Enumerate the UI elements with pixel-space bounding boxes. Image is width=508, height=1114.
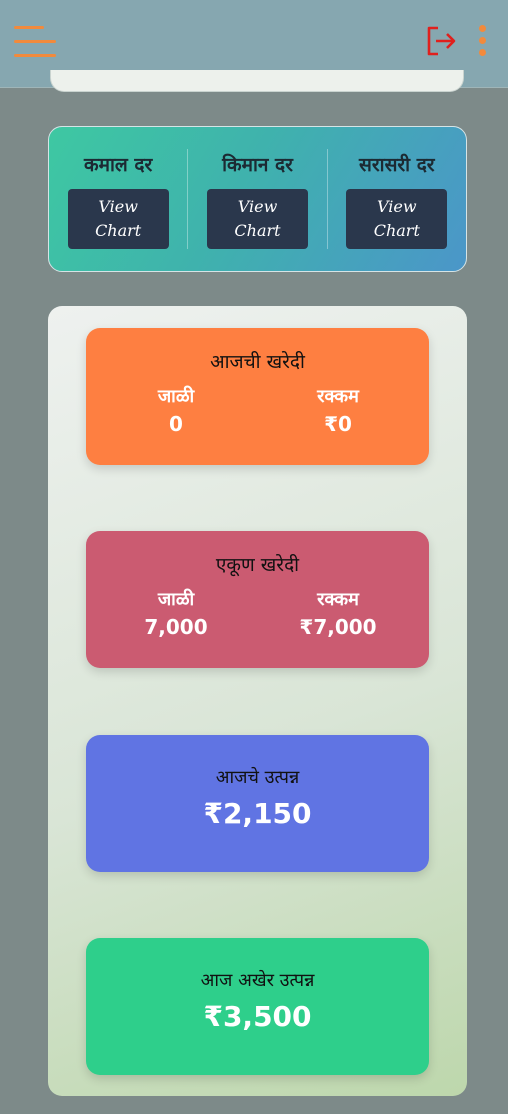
total-purchase-crates: जाळी 7,000	[116, 531, 236, 639]
avg-rate-column: सरासरी दर View Chart	[326, 149, 466, 249]
max-rate-view-chart-button[interactable]: View Chart	[67, 189, 169, 249]
amount-label: रक्कम	[317, 386, 359, 407]
more-vert-icon[interactable]	[476, 24, 490, 58]
crates-value: 7,000	[144, 615, 208, 639]
total-income-card: आज अखेर उत्पन्न ₹3,500	[86, 938, 429, 1075]
amount-value: ₹0	[324, 412, 352, 436]
crates-label: जाळी	[157, 386, 195, 407]
summary-panel: आजची खरेदी जाळी 0 रक्कम ₹0 एकूण खरेदी जा…	[48, 306, 467, 1096]
today-income-title: आजचे उत्पन्न	[215, 767, 300, 788]
crates-label: जाळी	[157, 589, 195, 610]
today-purchase-amount: रक्कम ₹0	[278, 328, 398, 436]
min-rate-view-chart-button[interactable]: View Chart	[206, 189, 308, 249]
min-rate-title: किमान दर	[222, 154, 293, 176]
min-rate-column: किमान दर View Chart	[187, 149, 326, 249]
today-income-value: ₹2,150	[203, 797, 312, 830]
total-income-title: आज अखेर उत्पन्न	[200, 970, 315, 991]
hamburger-icon[interactable]	[14, 26, 58, 60]
max-rate-column: कमाल दर View Chart	[49, 149, 187, 249]
today-purchase-card: आजची खरेदी जाळी 0 रक्कम ₹0	[86, 328, 429, 465]
today-income-card: आजचे उत्पन्न ₹2,150	[86, 735, 429, 872]
amount-value: ₹7,000	[299, 615, 377, 639]
total-purchase-card: एकूण खरेदी जाळी 7,000 रक्कम ₹7,000	[86, 531, 429, 668]
logout-icon[interactable]	[424, 24, 458, 58]
rate-panel: कमाल दर View Chart किमान दर View Chart स…	[48, 126, 467, 272]
today-purchase-crates: जाळी 0	[116, 328, 236, 436]
avg-rate-title: सरासरी दर	[359, 154, 435, 176]
amount-label: रक्कम	[317, 589, 359, 610]
hidden-card-edge	[50, 70, 464, 92]
crates-value: 0	[169, 412, 183, 436]
total-income-value: ₹3,500	[203, 1000, 312, 1033]
max-rate-title: कमाल दर	[84, 154, 153, 176]
total-purchase-amount: रक्कम ₹7,000	[278, 531, 398, 639]
avg-rate-view-chart-button[interactable]: View Chart	[346, 189, 448, 249]
